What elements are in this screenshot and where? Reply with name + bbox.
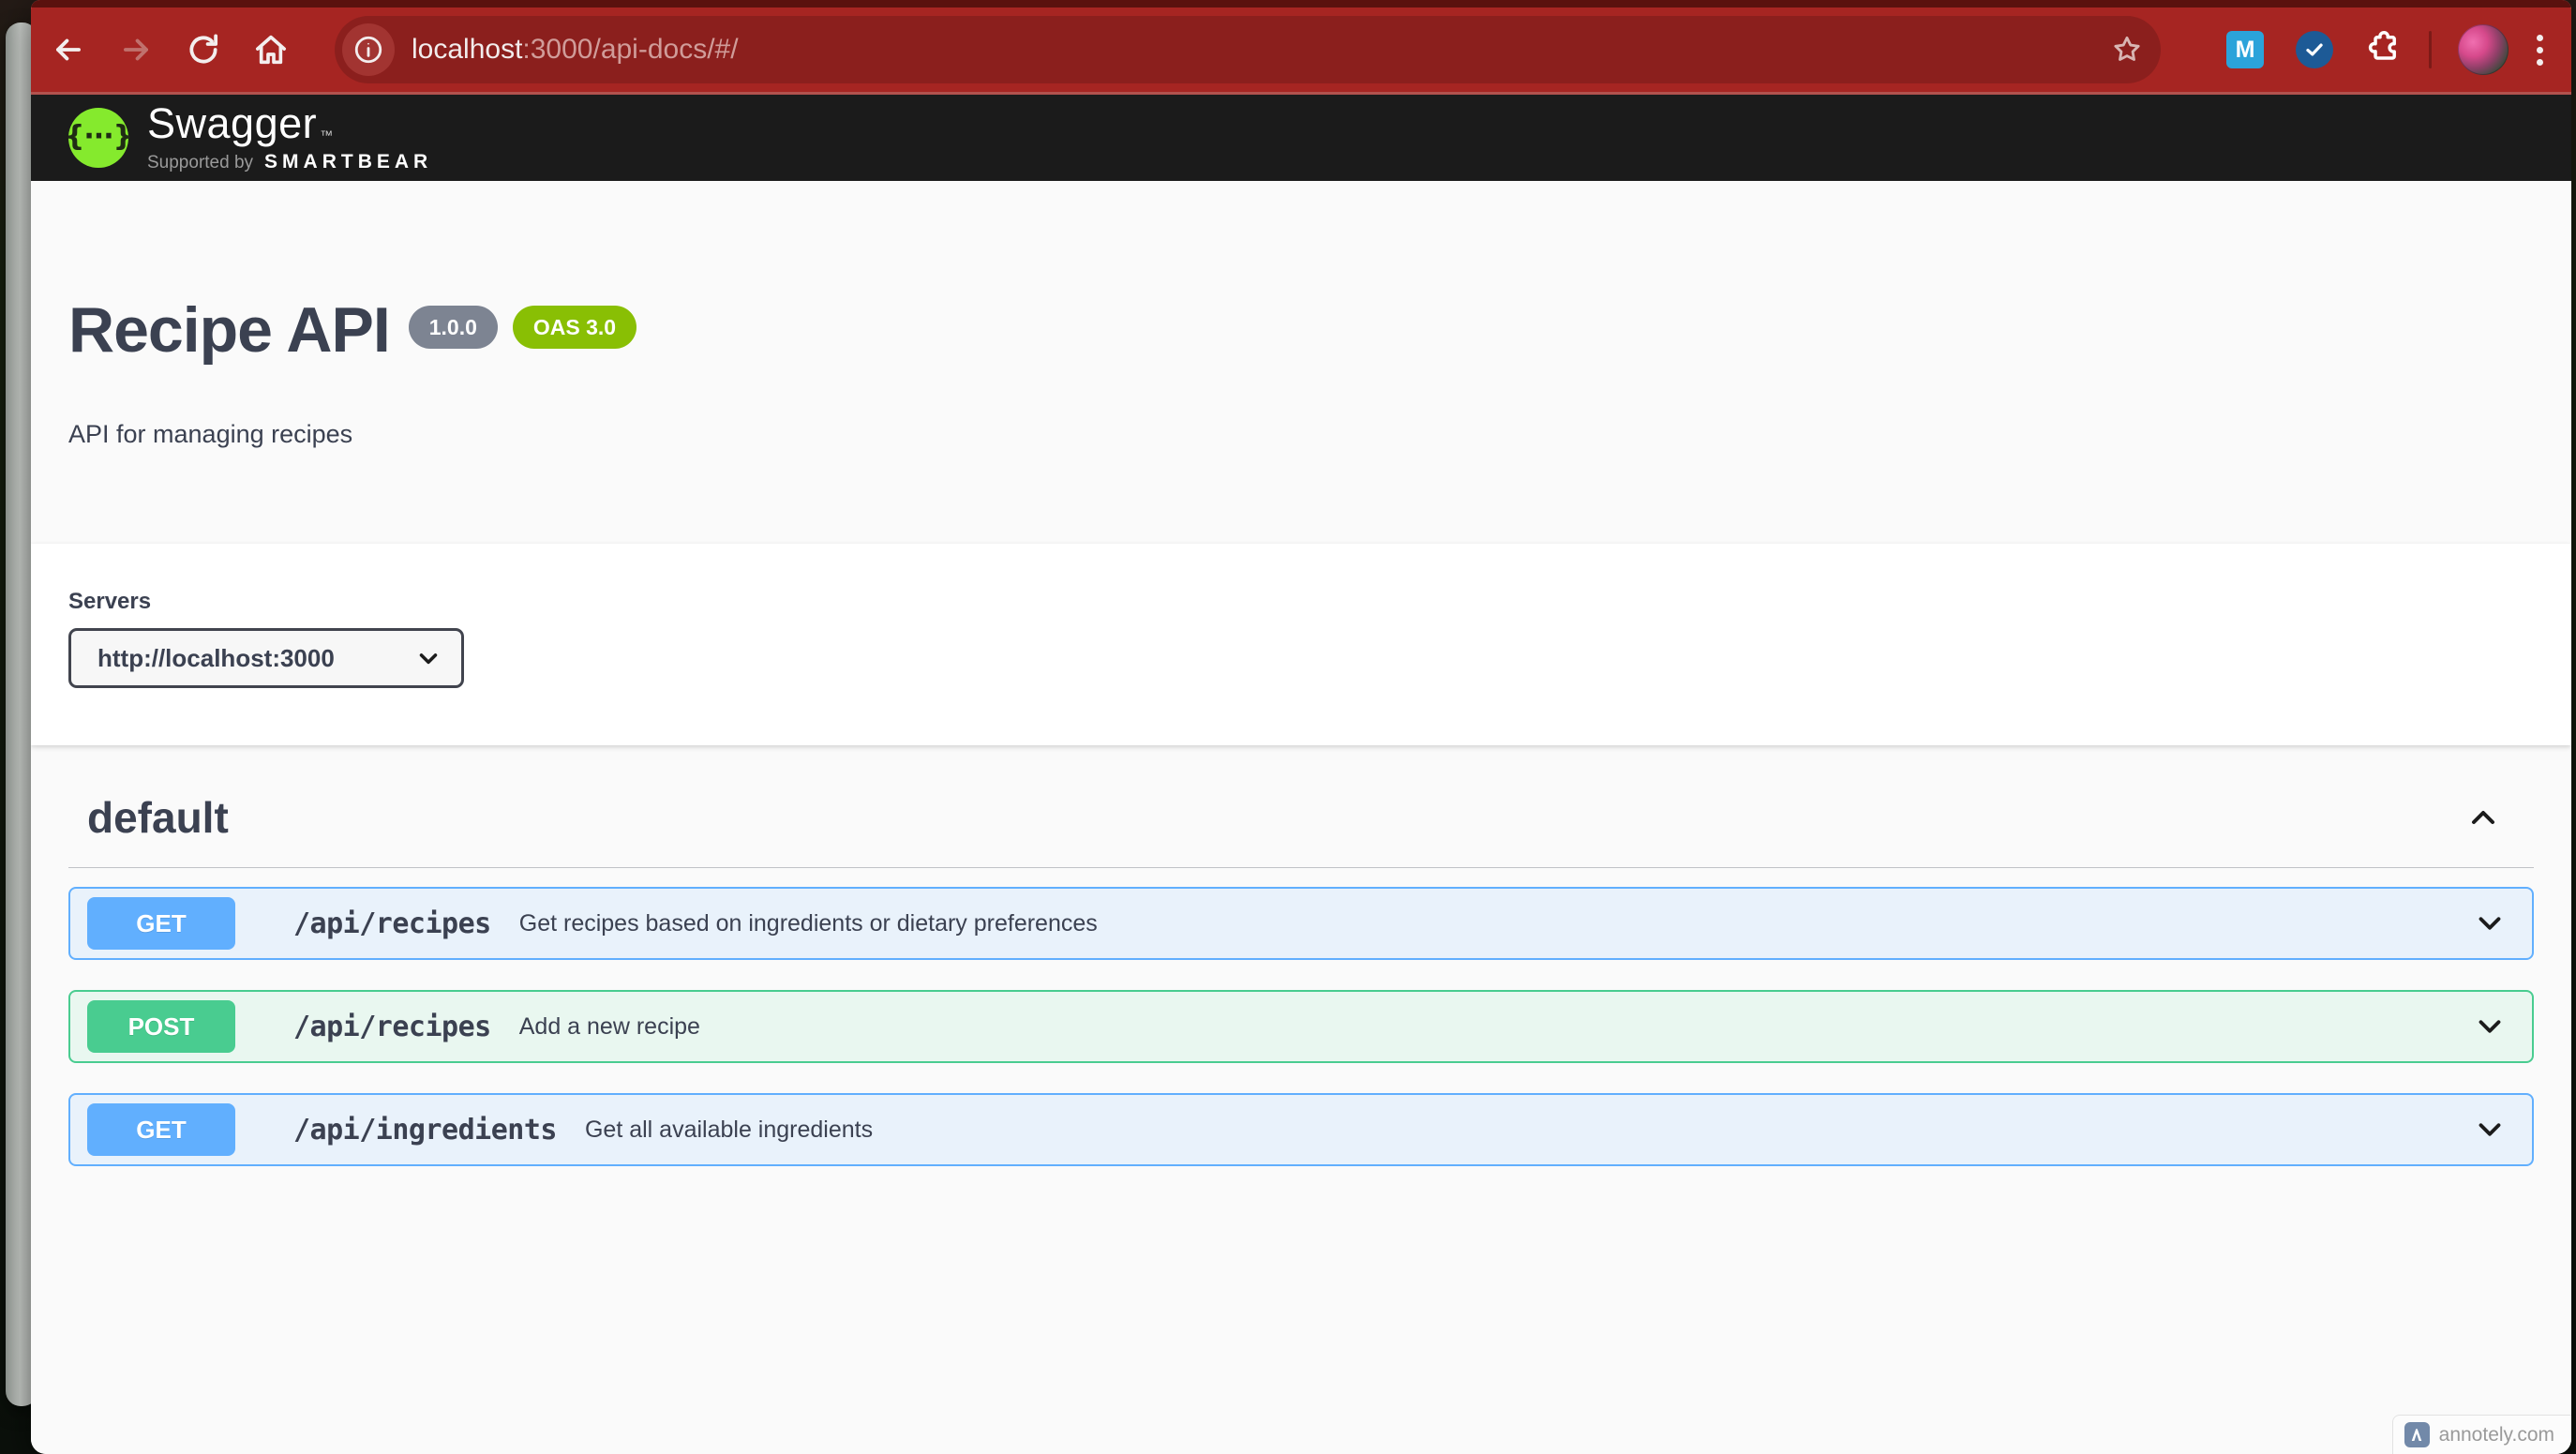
page-title: Recipe API <box>68 294 391 366</box>
url-path: :3000/api-docs/#/ <box>522 34 739 65</box>
reload-button[interactable] <box>181 27 226 72</box>
browser-window: localhost:3000/api-docs/#/ M {···} Swagg… <box>31 0 2571 1454</box>
servers-label: Servers <box>68 589 152 614</box>
endpoint-summary: Add a new recipe <box>518 1012 700 1040</box>
home-icon <box>256 35 286 65</box>
browser-menu-button[interactable] <box>2537 34 2543 66</box>
servers-section: Servers http://localhost:3000 <box>31 544 2571 745</box>
oas-badge: OAS 3.0 <box>512 306 637 349</box>
extension-m-label: M <box>2235 36 2255 63</box>
chevron-down-icon <box>2479 1020 2501 1033</box>
opblock-get-recipes[interactable]: GET /api/recipes Get recipes based on in… <box>68 887 2534 960</box>
endpoint-summary: Get all available ingredients <box>584 1116 874 1143</box>
smartbear-wordmark: SMARTBEAR <box>264 151 433 172</box>
endpoint-path: /api/recipes <box>293 907 491 940</box>
swagger-logo-icon: {···} <box>65 108 133 168</box>
kebab-dot <box>2537 34 2543 41</box>
annotely-text: annotely.com <box>2438 1423 2554 1446</box>
forward-button[interactable] <box>113 27 158 72</box>
swagger-logo-glyph: {···} <box>65 119 133 153</box>
expand-operation-button[interactable] <box>2472 1009 2508 1044</box>
back-icon <box>56 38 81 61</box>
chevron-down-icon <box>419 653 438 665</box>
servers-select[interactable]: http://localhost:3000 <box>68 628 464 688</box>
operations-list: GET /api/recipes Get recipes based on in… <box>68 868 2534 1166</box>
trademark-symbol: ™ <box>320 127 334 142</box>
method-badge: POST <box>87 1000 235 1053</box>
annotely-icon <box>2404 1422 2430 1447</box>
kebab-dot <box>2537 46 2543 53</box>
chevron-down-icon <box>2479 1123 2501 1136</box>
api-description: API for managing recipes <box>68 420 353 448</box>
endpoint-path: /api/ingredients <box>293 1113 557 1147</box>
chevron-up-icon[interactable] <box>2464 799 2502 836</box>
expand-operation-button[interactable] <box>2472 1112 2508 1147</box>
operations-section: default GET /api/recipes Get recipes bas… <box>31 792 2571 1166</box>
supported-by-label: Supported by <box>147 153 254 172</box>
swagger-page: Recipe API 1.0.0 OAS 3.0 API for managin… <box>31 181 2571 1454</box>
forward-icon <box>124 38 148 61</box>
tag-header-default[interactable]: default <box>68 792 2534 868</box>
version-badge: 1.0.0 <box>408 306 498 349</box>
api-info-section: Recipe API 1.0.0 OAS 3.0 API for managin… <box>31 181 2571 544</box>
endpoint-path: /api/recipes <box>293 1010 491 1043</box>
extensions-menu-button[interactable] <box>2361 29 2403 70</box>
tag-name: default <box>87 793 229 842</box>
swagger-topbar: {···} Swagger ™ Supported by SMARTBEAR <box>31 95 2571 181</box>
extension-m-button[interactable]: M <box>2226 31 2264 68</box>
info-icon <box>354 36 382 64</box>
address-bar[interactable]: localhost:3000/api-docs/#/ <box>335 16 2161 83</box>
swagger-brand: Swagger ™ Supported by SMARTBEAR <box>147 102 432 173</box>
method-badge: GET <box>87 897 235 950</box>
kebab-dot <box>2537 58 2543 66</box>
url-text[interactable]: localhost:3000/api-docs/#/ <box>412 34 2110 66</box>
expand-operation-button[interactable] <box>2472 906 2508 941</box>
opblock-get-ingredients[interactable]: GET /api/ingredients Get all available i… <box>68 1093 2534 1166</box>
opblock-post-recipes[interactable]: POST /api/recipes Add a new recipe <box>68 990 2534 1063</box>
browser-toolbar: localhost:3000/api-docs/#/ M <box>31 0 2571 95</box>
home-button[interactable] <box>248 27 293 72</box>
back-button[interactable] <box>46 27 91 72</box>
bookmark-button[interactable] <box>2110 33 2144 67</box>
servers-select-value: http://localhost:3000 <box>97 643 335 672</box>
reload-icon <box>189 34 218 64</box>
extension-check-button[interactable] <box>2296 31 2333 68</box>
desktop: localhost:3000/api-docs/#/ M {···} Swagg… <box>0 0 2576 1454</box>
method-badge: GET <box>87 1103 235 1156</box>
url-host: localhost <box>412 34 523 65</box>
profile-avatar[interactable] <box>2458 24 2509 75</box>
site-info-button[interactable] <box>342 23 395 76</box>
chevron-down-icon <box>2479 917 2501 930</box>
endpoint-summary: Get recipes based on ingredients or diet… <box>518 909 1098 937</box>
annotely-watermark: annotely.com <box>2391 1415 2571 1454</box>
toolbar-separator <box>2429 31 2432 68</box>
swagger-wordmark: Swagger <box>147 99 318 147</box>
star-icon <box>2114 36 2140 61</box>
puzzle-icon <box>2368 31 2396 60</box>
check-icon <box>2306 43 2323 56</box>
